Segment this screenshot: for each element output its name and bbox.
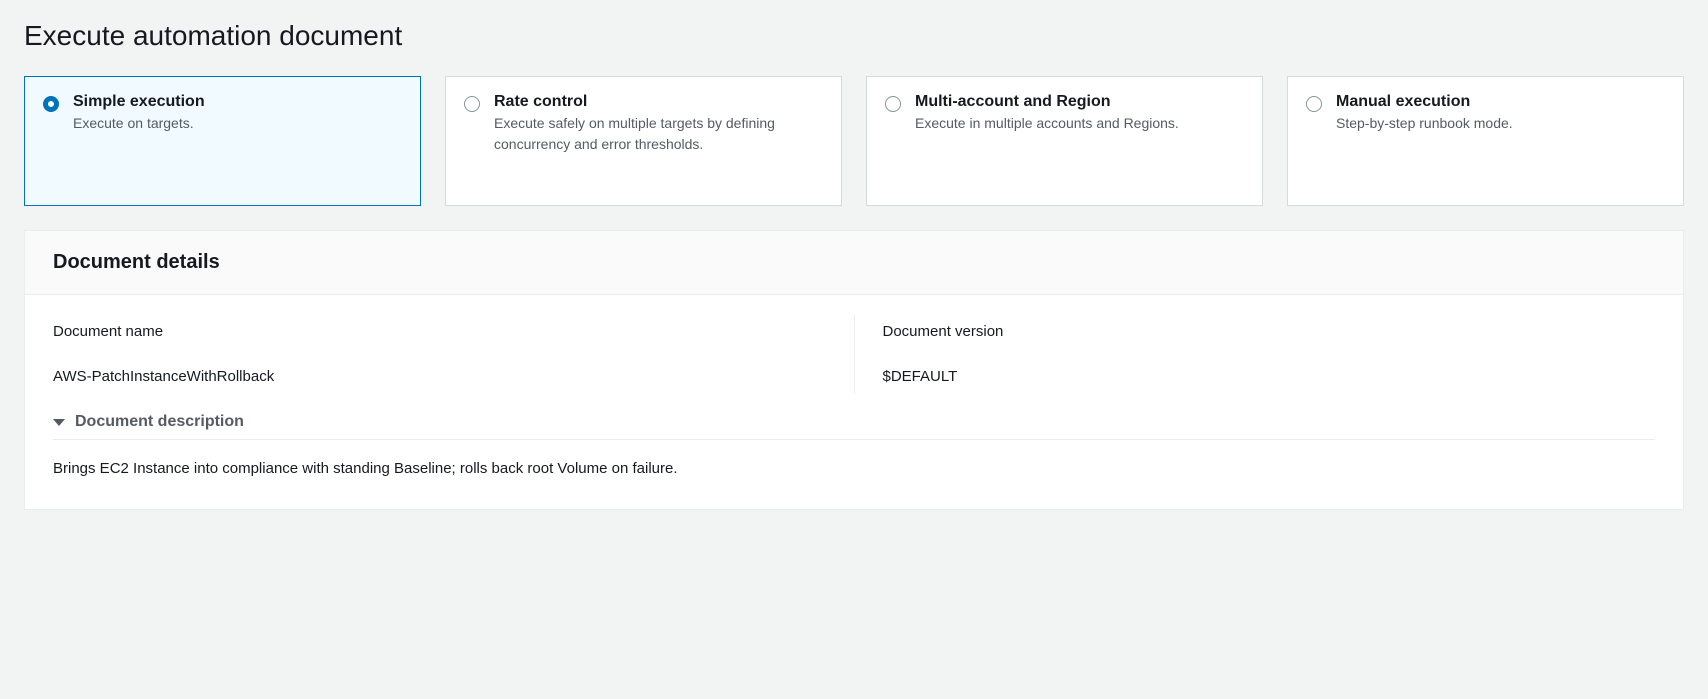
option-desc: Execute in multiple accounts and Regions…	[915, 113, 1244, 134]
document-description-text: Brings EC2 Instance into compliance with…	[53, 440, 1655, 481]
option-desc: Execute safely on multiple targets by de…	[494, 113, 823, 155]
option-desc: Step-by-step runbook mode.	[1336, 113, 1665, 134]
document-version-value: $DEFAULT	[883, 368, 1656, 385]
page-title: Execute automation document	[24, 20, 1684, 52]
document-version-label: Document version	[883, 323, 1656, 340]
expander-title: Document description	[75, 413, 244, 431]
radio-icon	[1306, 96, 1322, 112]
option-desc: Execute on targets.	[73, 113, 402, 134]
option-simple-execution[interactable]: Simple execution Execute on targets.	[24, 76, 421, 206]
document-details-panel: Document details Document name AWS-Patch…	[24, 230, 1684, 510]
radio-icon	[885, 96, 901, 112]
document-name-value: AWS-PatchInstanceWithRollback	[53, 368, 826, 385]
option-title: Multi-account and Region	[915, 93, 1244, 111]
radio-icon	[43, 96, 59, 112]
option-title: Manual execution	[1336, 93, 1665, 111]
panel-header: Document details	[25, 231, 1683, 295]
option-title: Simple execution	[73, 93, 402, 111]
option-title: Rate control	[494, 93, 823, 111]
option-rate-control[interactable]: Rate control Execute safely on multiple …	[445, 76, 842, 206]
caret-down-icon	[53, 419, 65, 426]
option-multi-account-region[interactable]: Multi-account and Region Execute in mult…	[866, 76, 1263, 206]
document-description-expander[interactable]: Document description	[53, 401, 1655, 440]
panel-title: Document details	[53, 251, 1655, 274]
option-manual-execution[interactable]: Manual execution Step-by-step runbook mo…	[1287, 76, 1684, 206]
execution-options: Simple execution Execute on targets. Rat…	[24, 76, 1684, 206]
radio-icon	[464, 96, 480, 112]
document-name-label: Document name	[53, 323, 826, 340]
